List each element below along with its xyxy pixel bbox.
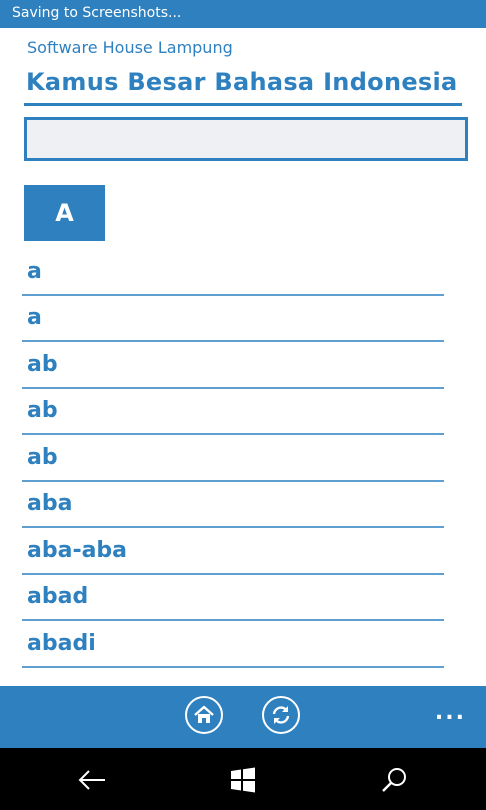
home-button[interactable] [185, 696, 223, 734]
search-icon [382, 768, 406, 792]
word-item[interactable]: ab [22, 435, 444, 482]
system-nav-bar [0, 748, 486, 810]
refresh-icon [272, 706, 290, 724]
search-input[interactable] [24, 117, 468, 161]
start-button[interactable] [227, 764, 259, 796]
refresh-button[interactable] [262, 696, 300, 734]
word-item[interactable]: a [22, 296, 444, 342]
back-arrow-icon [78, 770, 105, 790]
page-title: Kamus Besar Bahasa Indonesia [26, 68, 458, 96]
more-options-button[interactable]: ... [435, 700, 466, 725]
status-text: Saving to Screenshots... [12, 5, 182, 21]
word-item[interactable]: ab [22, 342, 444, 389]
app-subtitle: Software House Lampung [27, 38, 233, 57]
word-item[interactable]: abadi [22, 621, 444, 668]
word-item[interactable]: a [22, 249, 444, 296]
app-bar: ... [0, 686, 486, 748]
section-letter-header[interactable]: A [24, 185, 105, 241]
home-icon [194, 705, 214, 723]
word-item[interactable]: ab [22, 389, 444, 435]
word-item[interactable]: aba-aba [22, 528, 444, 575]
word-item[interactable]: abad [22, 575, 444, 621]
status-bar: Saving to Screenshots... [0, 0, 486, 28]
windows-logo-icon [231, 767, 255, 793]
back-button[interactable] [76, 764, 108, 796]
word-item[interactable]: aba [22, 482, 444, 528]
word-list: a a ab ab ab aba aba-aba abad abadi [22, 249, 444, 668]
search-button[interactable] [378, 764, 410, 796]
title-underline [24, 103, 462, 106]
